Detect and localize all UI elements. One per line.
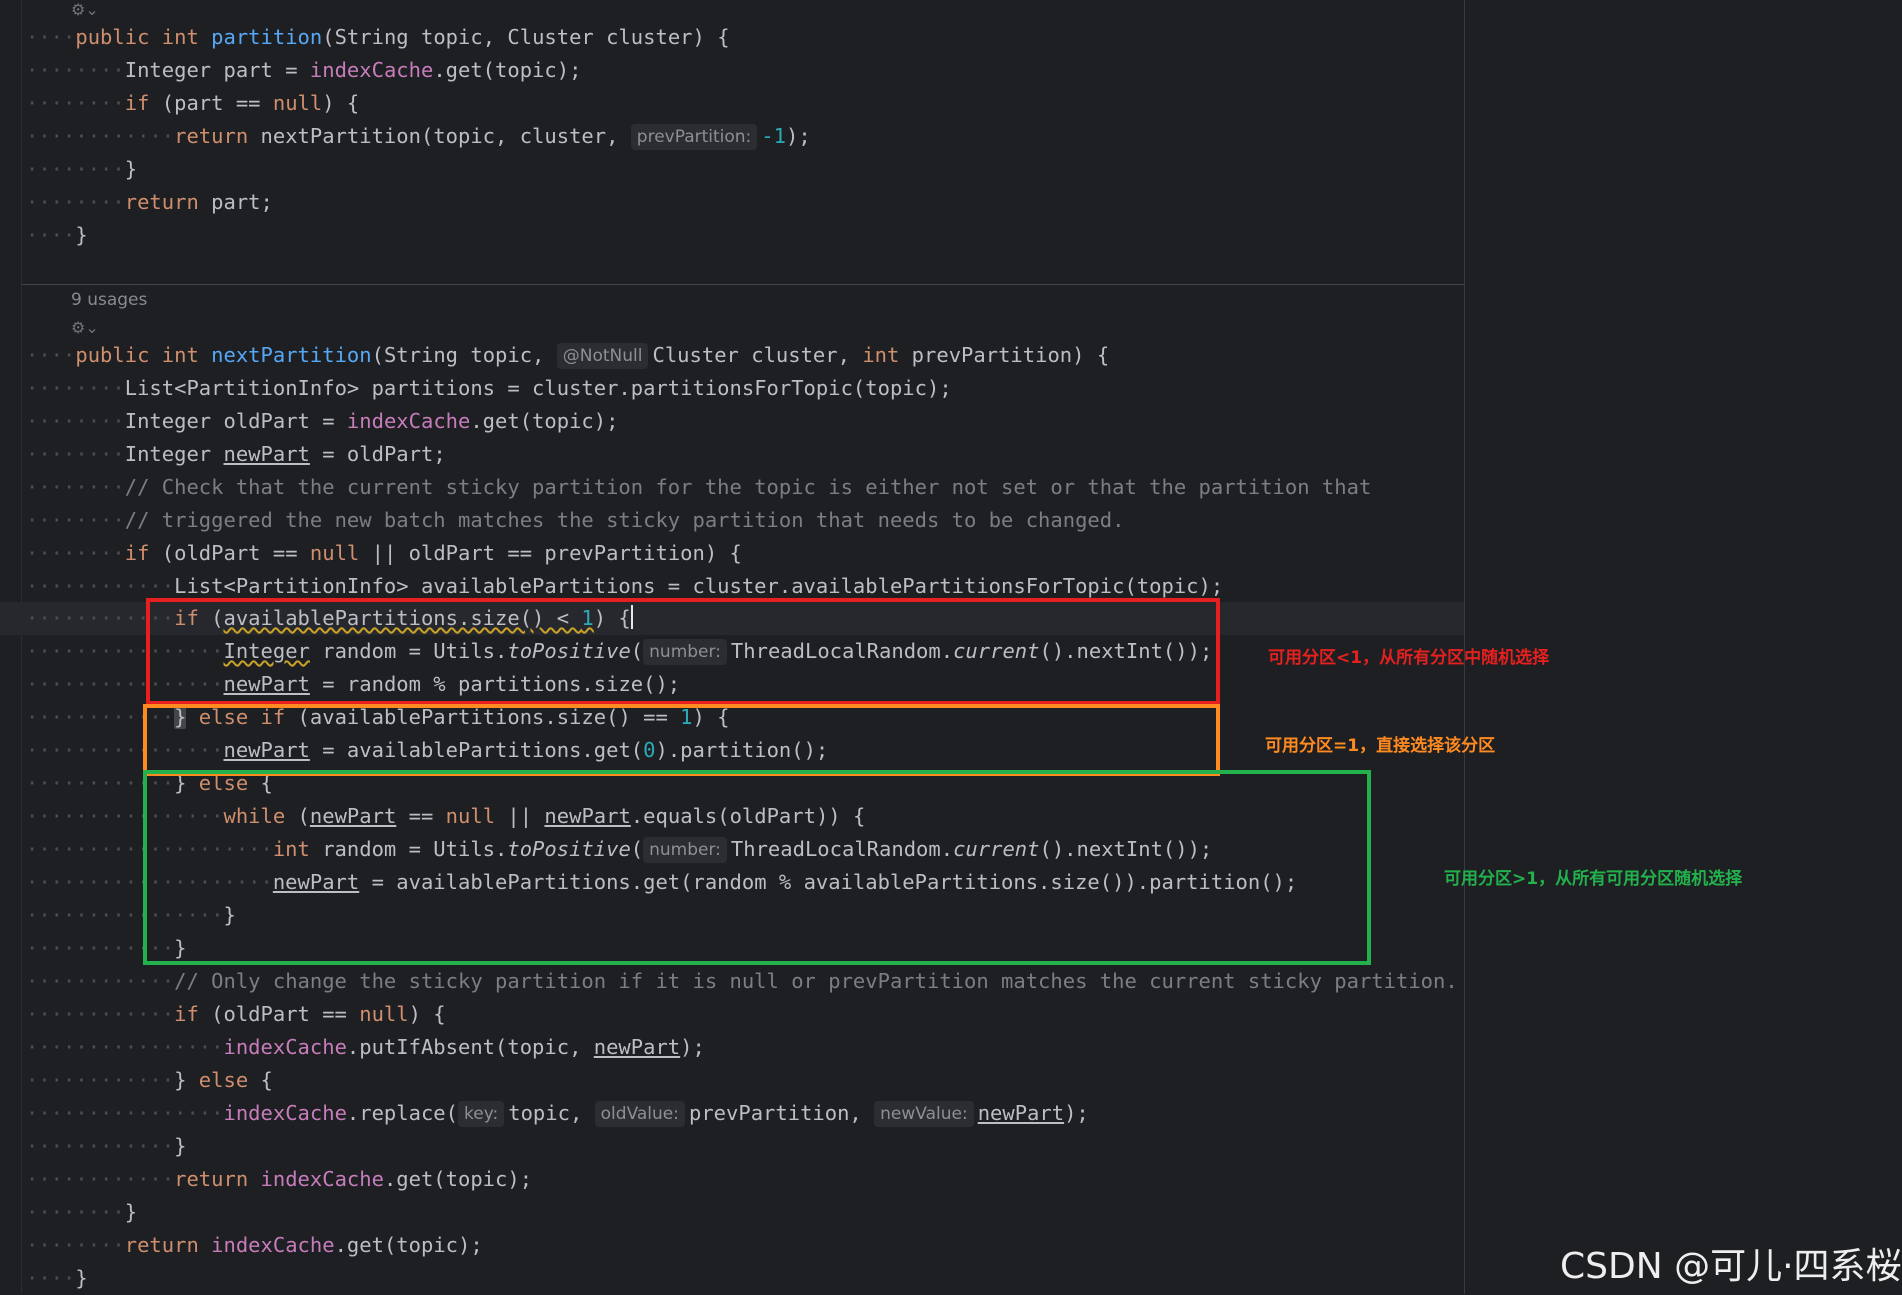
green-annotation-box (143, 770, 1371, 965)
code-line: ········if (part == null) { (26, 91, 360, 115)
code-comment: ········// Check that the current sticky… (26, 475, 1372, 499)
parameter-hint: prevPartition: (630, 124, 758, 150)
code-line: ········Integer newPart = oldPart; (26, 442, 446, 466)
annotation-hint: @NotNull (556, 343, 649, 369)
code-line: ········} (26, 157, 138, 181)
code-line: ············} else { (26, 1068, 273, 1092)
code-comment: ········// triggered the new batch match… (26, 508, 1125, 532)
code-line: ········if (oldPart == null || oldPart =… (26, 541, 742, 565)
code-line: ············return nextPartition(topic, … (26, 124, 811, 150)
usages-link[interactable]: 9 usages (71, 290, 147, 310)
code-line: ············if (oldPart == null) { (26, 1002, 446, 1026)
code-comment: ············// Only change the sticky pa… (26, 969, 1458, 993)
code-line: ····public int nextPartition(String topi… (26, 343, 1110, 369)
code-line: ········} (26, 1200, 138, 1224)
parameter-hint: oldValue: (594, 1101, 685, 1127)
method-separator (22, 284, 1464, 285)
green-annotation-note: 可用分区>1，从所有可用分区随机选择 (1444, 869, 1743, 889)
red-annotation-note: 可用分区<1，从所有分区中随机选择 (1268, 648, 1550, 668)
code-line: ········List<PartitionInfo> partitions =… (26, 376, 952, 400)
orange-annotation-box (143, 704, 1220, 776)
orange-annotation-note: 可用分区=1，直接选择该分区 (1265, 736, 1496, 756)
watermark: CSDN @可儿·四系桜 (1560, 1246, 1902, 1287)
code-line: ········return part; (26, 190, 273, 214)
code-line: ····} (26, 1266, 88, 1290)
red-annotation-box (146, 598, 1220, 705)
gutter-border (21, 0, 22, 1294)
parameter-hint: key: (458, 1101, 505, 1127)
code-line: ····public int partition(String topic, C… (26, 25, 730, 49)
code-line: ········return indexCache.get(topic); (26, 1233, 483, 1257)
inheritance-icon[interactable]: ⚙⌄ (71, 318, 99, 337)
code-line: ········Integer part = indexCache.get(to… (26, 58, 582, 82)
code-line: ············return indexCache.get(topic)… (26, 1167, 533, 1191)
code-line: ········Integer oldPart = indexCache.get… (26, 409, 619, 433)
code-line: ················indexCache.putIfAbsent(t… (26, 1035, 705, 1059)
inheritance-icon[interactable]: ⚙⌄ (71, 0, 99, 19)
parameter-hint: newValue: (874, 1101, 974, 1127)
code-line: ····} (26, 223, 88, 247)
code-line: ················indexCache.replace(key: t… (26, 1101, 1089, 1127)
code-line: ············} (26, 1134, 187, 1158)
